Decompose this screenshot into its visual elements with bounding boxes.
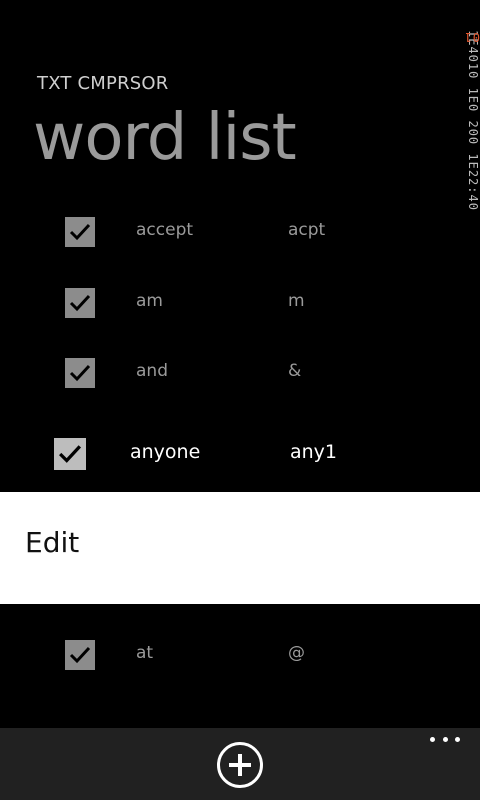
word-row[interactable]: at @ [0, 625, 480, 695]
word-text: am [136, 291, 163, 311]
ellipsis-icon [430, 736, 435, 742]
menu-item-edit[interactable]: Edit [25, 526, 79, 559]
word-text: accept [136, 220, 194, 240]
word-text: at [136, 643, 154, 663]
row-checkbox[interactable] [65, 217, 95, 247]
ellipsis-icon [455, 736, 460, 742]
word-row[interactable]: accept acpt [0, 202, 480, 272]
word-row[interactable]: am m [0, 273, 480, 343]
row-checkbox[interactable] [54, 438, 86, 470]
row-checkbox[interactable] [65, 640, 95, 670]
page-title: word list [33, 101, 297, 175]
add-button[interactable] [216, 741, 264, 789]
word-text: anyone [130, 441, 201, 463]
app-bar [0, 728, 480, 800]
word-text: and [136, 361, 168, 381]
abbreviation-text: acpt [288, 220, 326, 240]
row-checkbox[interactable] [65, 358, 95, 388]
word-row[interactable]: and & [0, 343, 480, 413]
abbreviation-text: & [288, 361, 302, 381]
add-circle-icon [217, 742, 263, 788]
context-menu: Edit [0, 492, 480, 604]
abbreviation-text: m [288, 291, 305, 311]
word-row-selected[interactable]: anyone any1 [0, 429, 480, 499]
abbreviation-text: @ [288, 643, 305, 663]
checkmark-icon [69, 223, 91, 241]
checkmark-icon [59, 445, 82, 463]
debug-counter-text: 010 010 100 1E4010 1E0 200 1E22:40 [466, 30, 480, 211]
abbreviation-text: any1 [290, 441, 338, 463]
ellipsis-icon [442, 736, 448, 742]
checkmark-icon [69, 364, 91, 382]
app-title: TXT CMPRSOR [37, 73, 169, 94]
checkmark-icon [69, 646, 91, 664]
row-checkbox[interactable] [65, 288, 95, 318]
more-options-button[interactable] [430, 732, 460, 746]
checkmark-icon [69, 294, 91, 312]
